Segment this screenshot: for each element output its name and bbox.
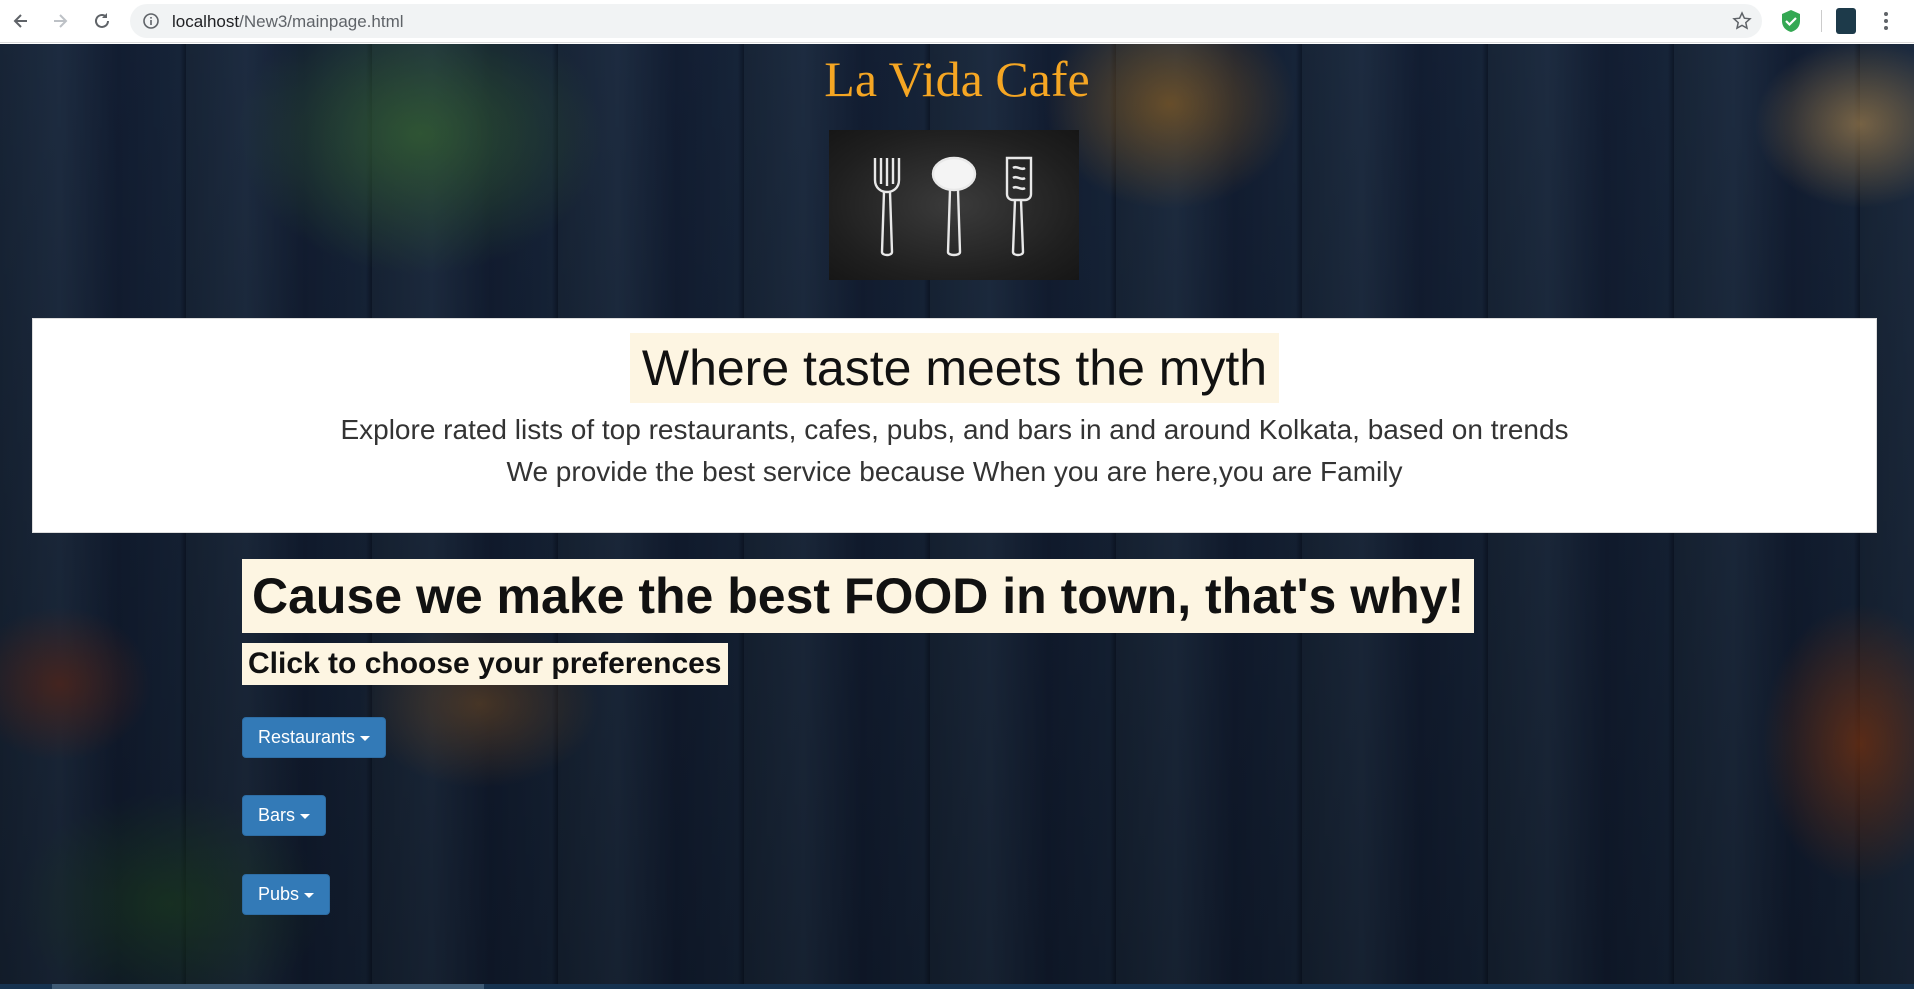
back-arrow-icon (13, 14, 27, 28)
url-text[interactable]: localhost/New3/mainpage.html (172, 12, 404, 32)
restaurants-dropdown-button[interactable]: Restaurants (242, 717, 387, 758)
browser-toolbar: localhost/New3/mainpage.html (0, 0, 1914, 43)
scrollbar-thumb[interactable] (52, 984, 484, 989)
caret-down-icon (300, 814, 311, 819)
bookmark-star-icon[interactable] (1732, 11, 1752, 31)
forward-arrow-icon (54, 14, 68, 28)
intro-line-2: We provide the best service because When… (506, 456, 1403, 487)
site-logo (829, 130, 1079, 280)
pubs-label: Pubs (258, 884, 300, 904)
toolbar-separator (1821, 10, 1822, 32)
intro-line-1: Explore rated lists of top restaurants, … (340, 414, 1569, 445)
restaurants-label: Restaurants (258, 727, 356, 747)
intro-panel: Where taste meets the myth Explore rated… (32, 318, 1877, 533)
url-host: localhost (172, 12, 240, 31)
url-path: /New3/mainpage.html (239, 12, 404, 31)
shield-extension-icon[interactable] (1780, 9, 1802, 33)
spoon-icon (931, 156, 977, 257)
caret-down-icon (304, 893, 315, 898)
forward-button[interactable] (46, 7, 74, 35)
menu-dots-icon[interactable] (1876, 9, 1896, 33)
pubs-dropdown-button[interactable]: Pubs (242, 874, 331, 915)
reload-icon (95, 13, 109, 28)
reload-button[interactable] (88, 7, 116, 35)
headline: Cause we make the best FOOD in town, tha… (242, 559, 1475, 633)
tagline: Where taste meets the myth (629, 333, 1280, 403)
caret-down-icon (360, 736, 371, 741)
back-button[interactable] (7, 7, 35, 35)
bars-label: Bars (258, 805, 296, 825)
info-icon[interactable] (142, 12, 160, 30)
spatula-icon (1005, 156, 1033, 257)
site-title: La Vida Cafe (824, 51, 1090, 107)
address-bar[interactable]: localhost/New3/mainpage.html (130, 4, 1762, 38)
page-background: La Vida Cafe Where taste meets the myth … (0, 44, 1914, 989)
preferences-prompt: Click to choose your preferences (242, 643, 728, 685)
fork-icon (873, 158, 901, 257)
bars-dropdown-button[interactable]: Bars (242, 795, 327, 836)
profile-extension-icon[interactable] (1836, 8, 1856, 34)
horizontal-scrollbar[interactable] (0, 984, 1914, 989)
